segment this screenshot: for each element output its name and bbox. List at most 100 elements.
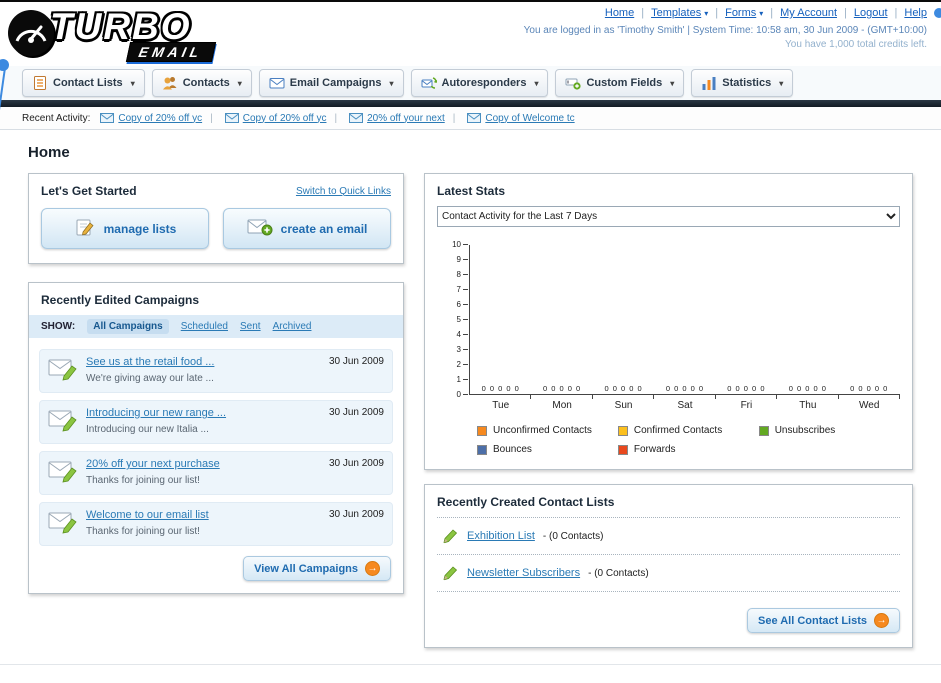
pencil-icon <box>441 564 459 582</box>
tab-custom-fields[interactable]: Custom Fields ▾ <box>555 69 685 97</box>
contact-lists-icon <box>32 75 48 91</box>
header-link-home[interactable]: Home <box>605 7 634 19</box>
login-info: You are logged in as 'Timothy Smith' | S… <box>523 25 927 36</box>
email-campaigns-icon <box>269 75 285 91</box>
x-axis-label: Sun <box>614 400 633 411</box>
tab-contacts[interactable]: Contacts ▾ <box>151 69 252 97</box>
chart-y-axis: 10 9 8 7 6 5 4 3 2 1 0 <box>437 240 469 399</box>
header-link-my-account[interactable]: My Account <box>780 7 837 19</box>
campaign-title-link[interactable]: See us at the retail food ... <box>86 356 315 368</box>
recent-activity-link[interactable]: Copy of 20% off yc <box>243 113 327 124</box>
chart-day-column: 0 0 0 0 0 <box>777 245 839 399</box>
switch-quick-links[interactable]: Switch to Quick Links <box>296 186 391 197</box>
x-axis-label: Tue <box>492 400 510 411</box>
app-logo[interactable]: TURBO EMAIL <box>8 6 258 62</box>
tab-statistics[interactable]: Statistics ▾ <box>691 69 794 97</box>
create-email-button[interactable]: create an email <box>223 208 391 249</box>
y-axis-label: 7 <box>456 285 461 294</box>
tab-label: Contacts <box>182 77 230 89</box>
x-axis-label: Mon <box>552 400 572 411</box>
filter-archived[interactable]: Archived <box>273 321 312 332</box>
envelope-plus-icon <box>247 217 273 240</box>
legend-label: Unsubscribes <box>774 425 836 436</box>
chart-plot: 0 0 0 0 0 0 0 0 0 0 0 0 0 0 0 0 0 0 0 0 0 0 … <box>469 245 901 399</box>
recent-activity-link[interactable]: 20% off your next <box>367 113 445 124</box>
chevron-down-icon: ▾ <box>534 78 539 88</box>
contact-list-row: Newsletter Subscribers - (0 Contacts) <box>437 554 900 592</box>
y-axis-label: 6 <box>456 300 461 309</box>
envelope-pencil-icon <box>48 356 78 382</box>
tab-label: Statistics <box>722 77 772 89</box>
y-axis-tick <box>463 364 468 365</box>
y-axis-tick <box>463 334 468 335</box>
x-axis-label: Wed <box>859 400 880 411</box>
envelope-pencil-icon <box>48 407 78 433</box>
tab-label: Email Campaigns <box>289 77 382 89</box>
legend-label: Bounces <box>493 444 532 455</box>
y-axis-tick <box>463 319 468 320</box>
credits-info: You have 1,000 total credits left. <box>785 39 927 50</box>
latest-stats-panel: Latest Stats Contact Activity for the La… <box>424 173 913 470</box>
nav-divider-bar <box>0 100 941 107</box>
view-all-campaigns-button[interactable]: View All Campaigns → <box>243 556 391 581</box>
recent-activity-link[interactable]: Copy of Welcome tc <box>485 113 574 124</box>
contact-lists-panel: Recently Created Contact Lists Exhibitio… <box>424 484 913 648</box>
header-link-help[interactable]: Help <box>904 7 927 19</box>
chart-day-column: 0 0 0 0 0 <box>470 245 532 399</box>
recent-activity-link[interactable]: Copy of 20% off yc <box>118 113 202 124</box>
latest-stats-title: Latest Stats <box>437 184 506 198</box>
recent-activity-item: 20% off your next <box>326 113 445 124</box>
legend-label: Confirmed Contacts <box>633 425 723 436</box>
header-link-logout[interactable]: Logout <box>854 7 888 19</box>
chart-day-column: 0 0 0 0 0 <box>593 245 655 399</box>
contact-list-link[interactable]: Exhibition List <box>467 530 535 542</box>
y-axis-label: 4 <box>456 330 461 339</box>
chart-value-labels: 0 0 0 0 0 <box>543 384 582 393</box>
campaign-title-link[interactable]: Welcome to our email list <box>86 509 315 521</box>
stats-period-select[interactable]: Contact Activity for the Last 7 Days <box>437 206 900 227</box>
header-links: Home Templates▾ Forms▾ My Account Logout… <box>524 7 927 19</box>
contact-list-link[interactable]: Newsletter Subscribers <box>467 567 580 579</box>
manage-lists-button[interactable]: manage lists <box>41 208 209 249</box>
tab-label: Autoresponders <box>441 77 527 89</box>
manage-lists-label: manage lists <box>103 221 177 236</box>
main-nav: Contact Lists ▾ Contacts ▾ Email Campaig… <box>0 66 941 100</box>
y-axis-label: 8 <box>456 270 461 279</box>
filter-sent[interactable]: Sent <box>240 321 261 332</box>
contact-lists-title: Recently Created Contact Lists <box>437 495 615 509</box>
chart-x-labels: Tue Mon Sun Sat Fri Thu Wed <box>470 400 900 411</box>
envelope-icon <box>467 113 482 123</box>
y-axis-label: 5 <box>456 315 461 324</box>
tab-contact-lists[interactable]: Contact Lists ▾ <box>22 69 145 97</box>
x-axis-label: Thu <box>799 400 817 411</box>
legend-swatch <box>617 444 628 455</box>
filter-all-campaigns[interactable]: All Campaigns <box>87 319 169 334</box>
contact-list-count: - (0 Contacts) <box>588 567 649 579</box>
page-footer-divider <box>0 664 941 665</box>
speedometer-icon <box>8 10 54 56</box>
filter-scheduled[interactable]: Scheduled <box>181 321 228 332</box>
tab-autoresponders[interactable]: Autoresponders ▾ <box>410 69 549 97</box>
show-label: SHOW: <box>41 321 76 332</box>
campaign-date: 30 Jun 2009 <box>328 356 384 367</box>
legend-swatch <box>477 444 487 455</box>
see-all-contact-lists-button[interactable]: See All Contact Lists → <box>746 608 900 633</box>
campaign-title-link[interactable]: 20% off your next purchase <box>86 458 315 470</box>
chevron-down-icon: ▾ <box>237 78 242 88</box>
chart-value-labels: 0 0 0 0 0 <box>604 384 643 393</box>
see-all-contact-lists-label: See All Contact Lists <box>757 614 867 627</box>
tab-email-campaigns[interactable]: Email Campaigns ▾ <box>258 69 404 97</box>
header-link-templates[interactable]: Templates <box>651 7 701 19</box>
y-axis-tick <box>463 274 468 275</box>
chart-value-labels: 0 0 0 0 0 <box>481 384 520 393</box>
campaign-title-link[interactable]: Introducing our new range ... <box>86 407 315 419</box>
chevron-down-icon: ▾ <box>389 78 394 88</box>
contact-activity-chart: 10 9 8 7 6 5 4 3 2 1 0 0 0 0 0 00 0 0 0 00 0 0 0 0… <box>437 240 901 455</box>
y-axis-label: 3 <box>456 345 461 354</box>
get-started-panel: Let's Get Started Switch to Quick Links … <box>28 173 404 264</box>
header-link-forms[interactable]: Forms <box>725 7 756 19</box>
recent-activity-item: Copy of 20% off yc <box>100 113 202 124</box>
envelope-icon <box>224 113 239 123</box>
page-title: Home <box>28 144 70 161</box>
campaign-row: Welcome to our email list Thanks for joi… <box>39 502 393 546</box>
